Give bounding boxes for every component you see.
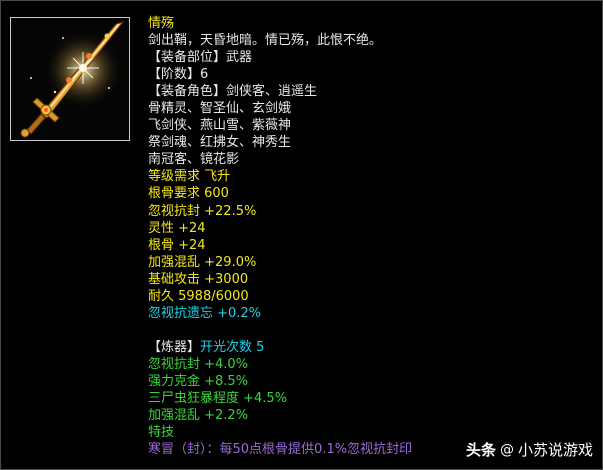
attribute-line: 忽视抗遗忘 +0.2% (148, 305, 262, 321)
attribute-line: 三尸虫狂暴程度 +4.5% (148, 391, 288, 407)
attribute-line: 祭剑魂、红拂女、神秀生 (148, 135, 292, 151)
attribute-segment: 开光次数 5 (200, 339, 265, 355)
watermark: 头条 @ 小苏说游戏 (466, 439, 593, 460)
attribute-line: 【阶数】6 (148, 67, 209, 83)
item-name: 情殇 (148, 16, 175, 31)
attribute-line: 等级需求 飞升 (148, 169, 231, 185)
attribute-line: 强力克金 +8.5% (148, 373, 249, 389)
attribute-line: 基础攻击 +3000 (148, 271, 249, 287)
attribute-line: 根骨要求 600 (148, 186, 229, 202)
attribute-line: 南冠客、镜花影 (148, 152, 240, 168)
attribute-line: 【装备角色】剑侠客、逍遥生 (148, 84, 318, 100)
attribute-line: 忽视抗封 +4.0% (148, 356, 249, 372)
attribute-line: 加强混乱 +29.0% (148, 254, 257, 270)
attribute-segment: 【炼器】 (148, 339, 201, 355)
attribute-line: 【装备部位】武器 (148, 50, 253, 66)
attribute-line: 根骨 +24 (148, 237, 206, 253)
item-tooltip-text: 情殇 剑出鞘，天昏地暗。情已殇，此恨不绝。 【装备部位】武器 【阶数】6 【装备角色】… (148, 15, 588, 458)
attribute-line: 灵性 +24 (148, 220, 206, 236)
watermark-at: @ (499, 441, 514, 458)
item-attribute-list: 剑出鞘，天昏地暗。情已殇，此恨不绝。 【装备部位】武器 【阶数】6 【装备角色】剑侠客… (148, 32, 588, 458)
watermark-author: 小苏说游戏 (517, 441, 593, 459)
attribute-line: 飞剑侠、燕山雪、紫薇神 (148, 118, 292, 134)
golden-sword-icon (11, 18, 129, 140)
attribute-line: 耐久 5988/6000 (148, 288, 249, 304)
attribute-line: 骨精灵、智圣仙、玄剑娥 (148, 101, 292, 117)
attribute-line: 忽视抗封 +22.5% (148, 203, 257, 219)
item-icon-frame (10, 17, 130, 141)
attribute-line: 【炼器】开光次数 5 (148, 339, 588, 356)
attribute-line: 剑出鞘，天昏地暗。情已殇，此恨不绝。 (148, 33, 383, 49)
attribute-line: 加强混乱 +2.2% (148, 408, 249, 424)
watermark-brand: 头条 (465, 441, 496, 459)
